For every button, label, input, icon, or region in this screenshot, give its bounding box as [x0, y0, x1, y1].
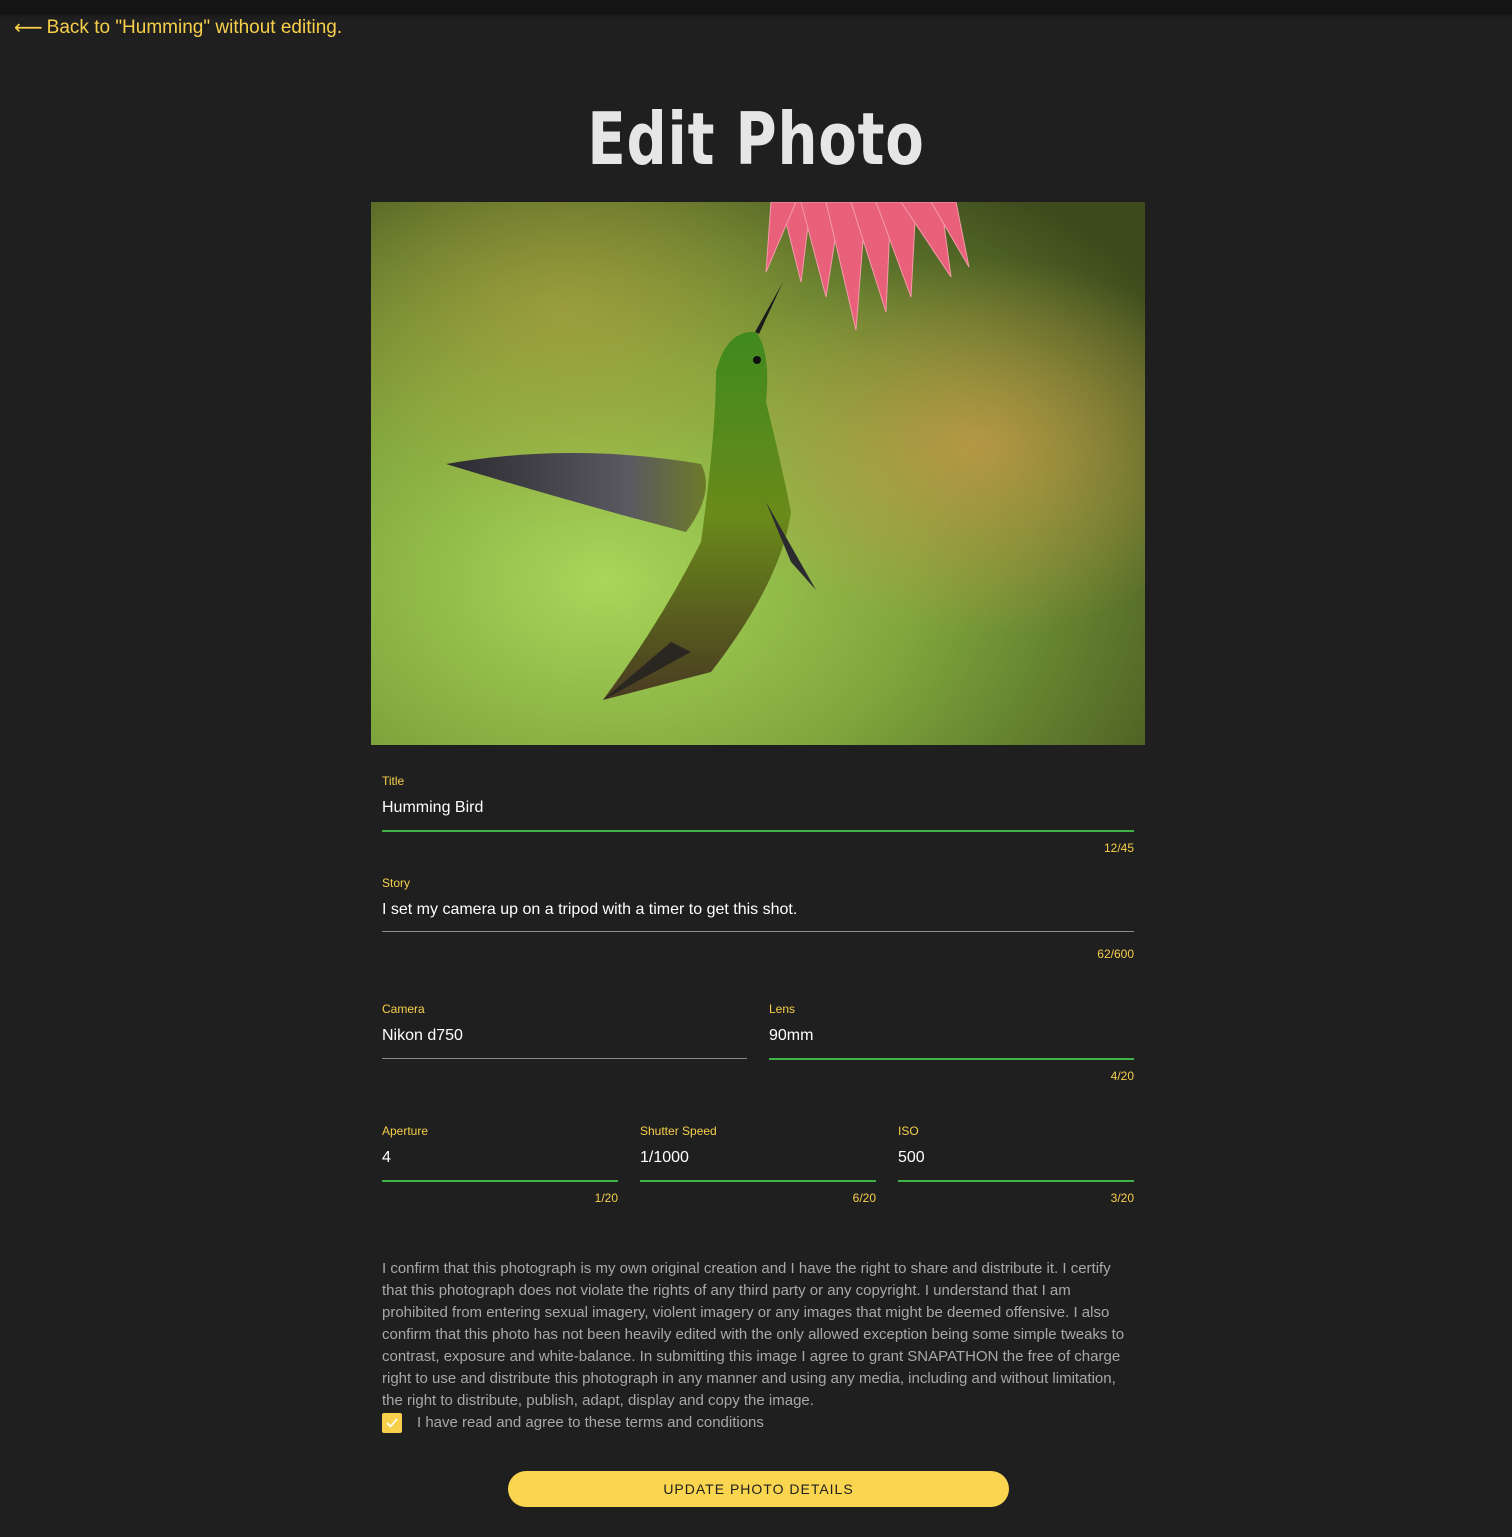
aperture-counter: 1/20: [594, 1191, 618, 1205]
check-icon: [386, 1418, 398, 1428]
camera-label: Camera: [382, 1002, 425, 1016]
iso-counter: 3/20: [1110, 1191, 1134, 1205]
shutter-speed-input[interactable]: 1/1000: [640, 1147, 876, 1169]
shutter-speed-counter: 6/20: [852, 1191, 876, 1205]
iso-input[interactable]: 500: [898, 1147, 1134, 1169]
camera-field[interactable]: Camera Nikon d750: [382, 1002, 747, 1060]
photo-preview: [371, 202, 1145, 745]
story-counter: 62/600: [1097, 947, 1134, 961]
shutter-speed-label: Shutter Speed: [640, 1124, 717, 1138]
arrow-left-icon: ⟵: [14, 17, 43, 39]
lens-input[interactable]: 90mm: [769, 1025, 1134, 1047]
camera-input[interactable]: Nikon d750: [382, 1025, 747, 1047]
title-counter: 12/45: [1103, 841, 1134, 855]
iso-field[interactable]: ISO 500: [898, 1124, 1134, 1182]
aperture-underline: [382, 1180, 618, 1182]
aperture-input[interactable]: 4: [382, 1147, 618, 1169]
terms-text: I confirm that this photograph is my own…: [382, 1260, 1125, 1409]
hummingbird-photo: [371, 202, 1145, 745]
title-underline: [382, 830, 1134, 832]
agree-label: I have read and agree to these terms and…: [417, 1414, 764, 1431]
back-link-label: Back to "Humming" without editing.: [46, 17, 343, 38]
title-input[interactable]: Humming Bird: [382, 797, 1134, 819]
shutter-speed-underline: [640, 1180, 876, 1182]
story-input[interactable]: I set my camera up on a tripod with a ti…: [382, 899, 1134, 921]
aperture-field[interactable]: Aperture 4: [382, 1124, 618, 1182]
agree-checkbox[interactable]: [382, 1413, 402, 1433]
title-field[interactable]: Title Humming Bird: [382, 774, 1134, 832]
agree-row: I have read and agree to these terms and…: [382, 1412, 764, 1434]
page-title: Edit Photo: [587, 97, 925, 181]
iso-underline: [898, 1180, 1134, 1182]
story-label: Story: [382, 876, 411, 890]
title-label: Title: [382, 774, 405, 788]
iso-label: ISO: [898, 1124, 919, 1138]
top-bar: [0, 0, 1512, 12]
story-underline: [382, 931, 1134, 932]
update-photo-details-button[interactable]: UPDATE PHOTO DETAILS: [508, 1471, 1009, 1507]
camera-underline: [382, 1058, 747, 1059]
lens-label: Lens: [769, 1002, 796, 1016]
aperture-label: Aperture: [382, 1124, 429, 1138]
lens-field[interactable]: Lens 90mm: [769, 1002, 1134, 1060]
lens-underline: [769, 1058, 1134, 1060]
story-field[interactable]: Story I set my camera up on a tripod wit…: [382, 876, 1134, 932]
shutter-speed-field[interactable]: Shutter Speed 1/1000: [640, 1124, 876, 1182]
back-link[interactable]: ⟵ Back to "Humming" without editing.: [14, 14, 342, 42]
lens-counter: 4/20: [1110, 1069, 1134, 1083]
